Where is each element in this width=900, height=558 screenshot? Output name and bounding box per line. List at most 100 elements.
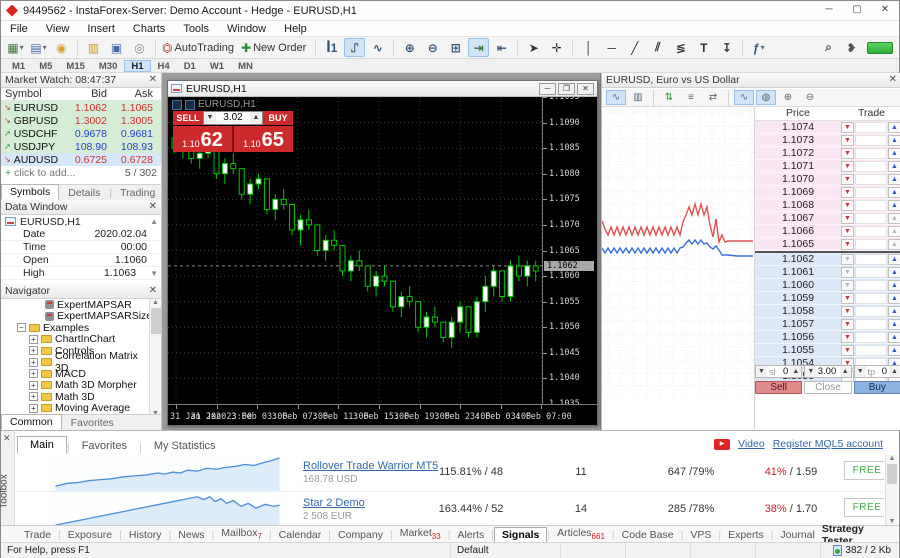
buy-chevron-icon[interactable]: ▲ — [888, 293, 900, 304]
buy-chevron-icon[interactable]: ▲ — [888, 345, 900, 356]
sell-chevron-icon[interactable]: ▼ — [841, 213, 854, 224]
ladder-volume-cell[interactable] — [855, 280, 887, 291]
tab-main[interactable]: Main — [17, 436, 67, 454]
cursor-button[interactable]: ➤ — [523, 38, 544, 57]
tab-favorites[interactable]: Favorites — [70, 438, 139, 454]
click-to-add-row[interactable]: + click to add... 5 / 302 — [1, 166, 161, 179]
ladder-volume-cell[interactable] — [855, 135, 887, 146]
tab-news[interactable]: News — [171, 528, 211, 542]
scrollbar-thumb[interactable] — [887, 464, 897, 484]
timeframe-w1[interactable]: W1 — [203, 60, 231, 72]
scroll-up-icon[interactable]: ▲ — [152, 299, 159, 306]
buy-chevron-icon[interactable]: ▲ — [888, 280, 900, 291]
buy-chevron-icon[interactable]: ▲ — [888, 306, 900, 317]
market-watch-row[interactable]: ↘GBPUSD1.30021.3005 — [1, 114, 161, 127]
tab-mailbox[interactable]: Mailbox7 — [214, 526, 269, 542]
sell-chevron-icon[interactable]: ▼ — [841, 332, 854, 343]
timeframe-h1[interactable]: H1 — [124, 60, 150, 72]
navigator-item[interactable]: +Math 3D — [1, 391, 149, 403]
tab-favorites[interactable]: Favorites — [63, 416, 122, 430]
oneclick-toggle-icon[interactable] — [172, 100, 182, 110]
menu-file[interactable]: File — [1, 23, 37, 35]
candlestick-chart-button[interactable]: ⑀ — [344, 38, 365, 57]
close-icon[interactable]: ✕ — [149, 286, 157, 296]
horizontal-line-button[interactable]: ─ — [601, 38, 622, 57]
sell-chevron-icon[interactable]: ▼ — [841, 174, 854, 185]
ladder-volume-cell[interactable] — [855, 332, 887, 343]
ladder-volume-cell[interactable] — [855, 187, 887, 198]
buy-chevron-icon[interactable]: ▲ — [888, 213, 900, 224]
navigator-item[interactable]: +Math 3D Morpher — [1, 380, 149, 392]
zoom-in-button[interactable]: ⊕ — [399, 38, 420, 57]
tick-chart[interactable] — [602, 107, 754, 398]
dom-zoom-out-icon[interactable]: ⊖ — [800, 90, 820, 105]
tab-details[interactable]: Details — [60, 186, 108, 200]
take-profit-stepper[interactable]: ▼ tp 0 ▲ — [854, 365, 900, 378]
tab-trading[interactable]: Trading — [112, 186, 163, 200]
navigator-item[interactable]: +ChartInChart — [1, 334, 149, 346]
navigator-item[interactable]: −Examples — [1, 322, 149, 334]
new-chart-button[interactable]: ▦▾ — [5, 38, 26, 57]
sell-chevron-icon[interactable]: ▼ — [841, 187, 854, 198]
tp-up-icon[interactable]: ▲ — [889, 366, 900, 377]
signal-name-link[interactable]: Star 2 Demo — [303, 497, 365, 509]
market-watch-button[interactable]: ▥ — [83, 38, 104, 57]
buy-chevron-icon[interactable]: ▲ — [888, 254, 900, 265]
tile-windows-button[interactable]: ⊞ — [445, 38, 466, 57]
market-watch-row[interactable]: ↘AUDUSD0.67250.6728 — [1, 153, 161, 166]
sell-price-button[interactable]: 1.10 62 — [173, 126, 234, 152]
ladder-volume-cell[interactable] — [855, 213, 887, 224]
buy-chevron-icon[interactable]: ▲ — [888, 239, 900, 250]
volume-down-icon[interactable]: ▼ — [204, 112, 216, 124]
tp-down-icon[interactable]: ▼ — [855, 366, 866, 377]
ladder-volume-cell[interactable] — [855, 239, 887, 250]
indicators-button[interactable]: ƒ▾ — [748, 38, 769, 57]
ladder-volume-cell[interactable] — [855, 267, 887, 278]
buy-chevron-icon[interactable]: ▲ — [888, 332, 900, 343]
buy-chevron-icon[interactable]: ▲ — [888, 161, 900, 172]
sell-chevron-icon[interactable]: ▼ — [841, 254, 854, 265]
buy-chevron-icon[interactable]: ▲ — [888, 187, 900, 198]
fibonacci-button[interactable]: ≶ — [670, 38, 691, 57]
chart-shift-button[interactable]: ⇤ — [491, 38, 512, 57]
tab-market[interactable]: Market33 — [393, 526, 448, 542]
free-button[interactable]: FREE — [844, 498, 884, 517]
free-button[interactable]: FREE — [844, 461, 884, 480]
sell-chevron-icon[interactable]: ▼ — [841, 319, 854, 330]
close-icon[interactable]: ✕ — [3, 433, 11, 444]
navigator-item[interactable]: +Moving Average — [1, 403, 149, 415]
ladder-volume-cell[interactable] — [855, 148, 887, 159]
dom-ladder-icon[interactable]: ≡ — [681, 90, 701, 105]
volume-input[interactable]: 3.02 — [216, 112, 250, 124]
autotrading-button[interactable]: ⏣AutoTrading — [161, 38, 238, 57]
tab-vps[interactable]: VPS — [683, 528, 718, 542]
close-icon[interactable]: ✕ — [149, 75, 157, 85]
tab-code-base[interactable]: Code Base — [615, 528, 681, 542]
chart-minimize-icon[interactable]: ─ — [539, 83, 556, 95]
tab-common[interactable]: Common — [1, 414, 62, 430]
scroll-up-icon[interactable]: ▲ — [889, 455, 896, 462]
menu-tools[interactable]: Tools — [174, 23, 218, 35]
tab-trade[interactable]: Trade — [17, 528, 58, 542]
stop-loss-stepper[interactable]: ▼ sl 0 ▲ — [755, 365, 802, 378]
open-account-button[interactable]: ◉ — [51, 38, 72, 57]
vertical-line-button[interactable]: │ — [578, 38, 599, 57]
dom-zoom-in-icon[interactable]: ⊕ — [778, 90, 798, 105]
text-label-button[interactable]: T — [693, 38, 714, 57]
close-icon[interactable]: ✕ — [889, 75, 897, 85]
buy-chevron-icon[interactable]: ▲ — [888, 319, 900, 330]
dom-transfer-icon[interactable]: ⇄ — [703, 90, 723, 105]
expand-icon[interactable]: + — [29, 369, 38, 378]
chat-icon[interactable]: ❥ — [841, 38, 862, 57]
col-symbol[interactable]: Symbol — [1, 88, 65, 100]
auto-scroll-button[interactable]: ⇥ — [468, 38, 489, 57]
tab-symbols[interactable]: Symbols — [1, 184, 59, 200]
tab-journal[interactable]: Journal — [773, 528, 821, 542]
maximize-icon[interactable]: ▢ — [843, 1, 871, 20]
toolbox-scrollbar[interactable]: ▲ ▼ — [885, 455, 898, 525]
market-watch-row[interactable]: ↗USDJPY108.90108.93 — [1, 140, 161, 153]
timeframe-mn[interactable]: MN — [231, 60, 260, 72]
expand-icon[interactable]: + — [29, 381, 38, 390]
line-chart-button[interactable]: ∿ — [367, 38, 388, 57]
col-ask[interactable]: Ask — [111, 88, 157, 100]
